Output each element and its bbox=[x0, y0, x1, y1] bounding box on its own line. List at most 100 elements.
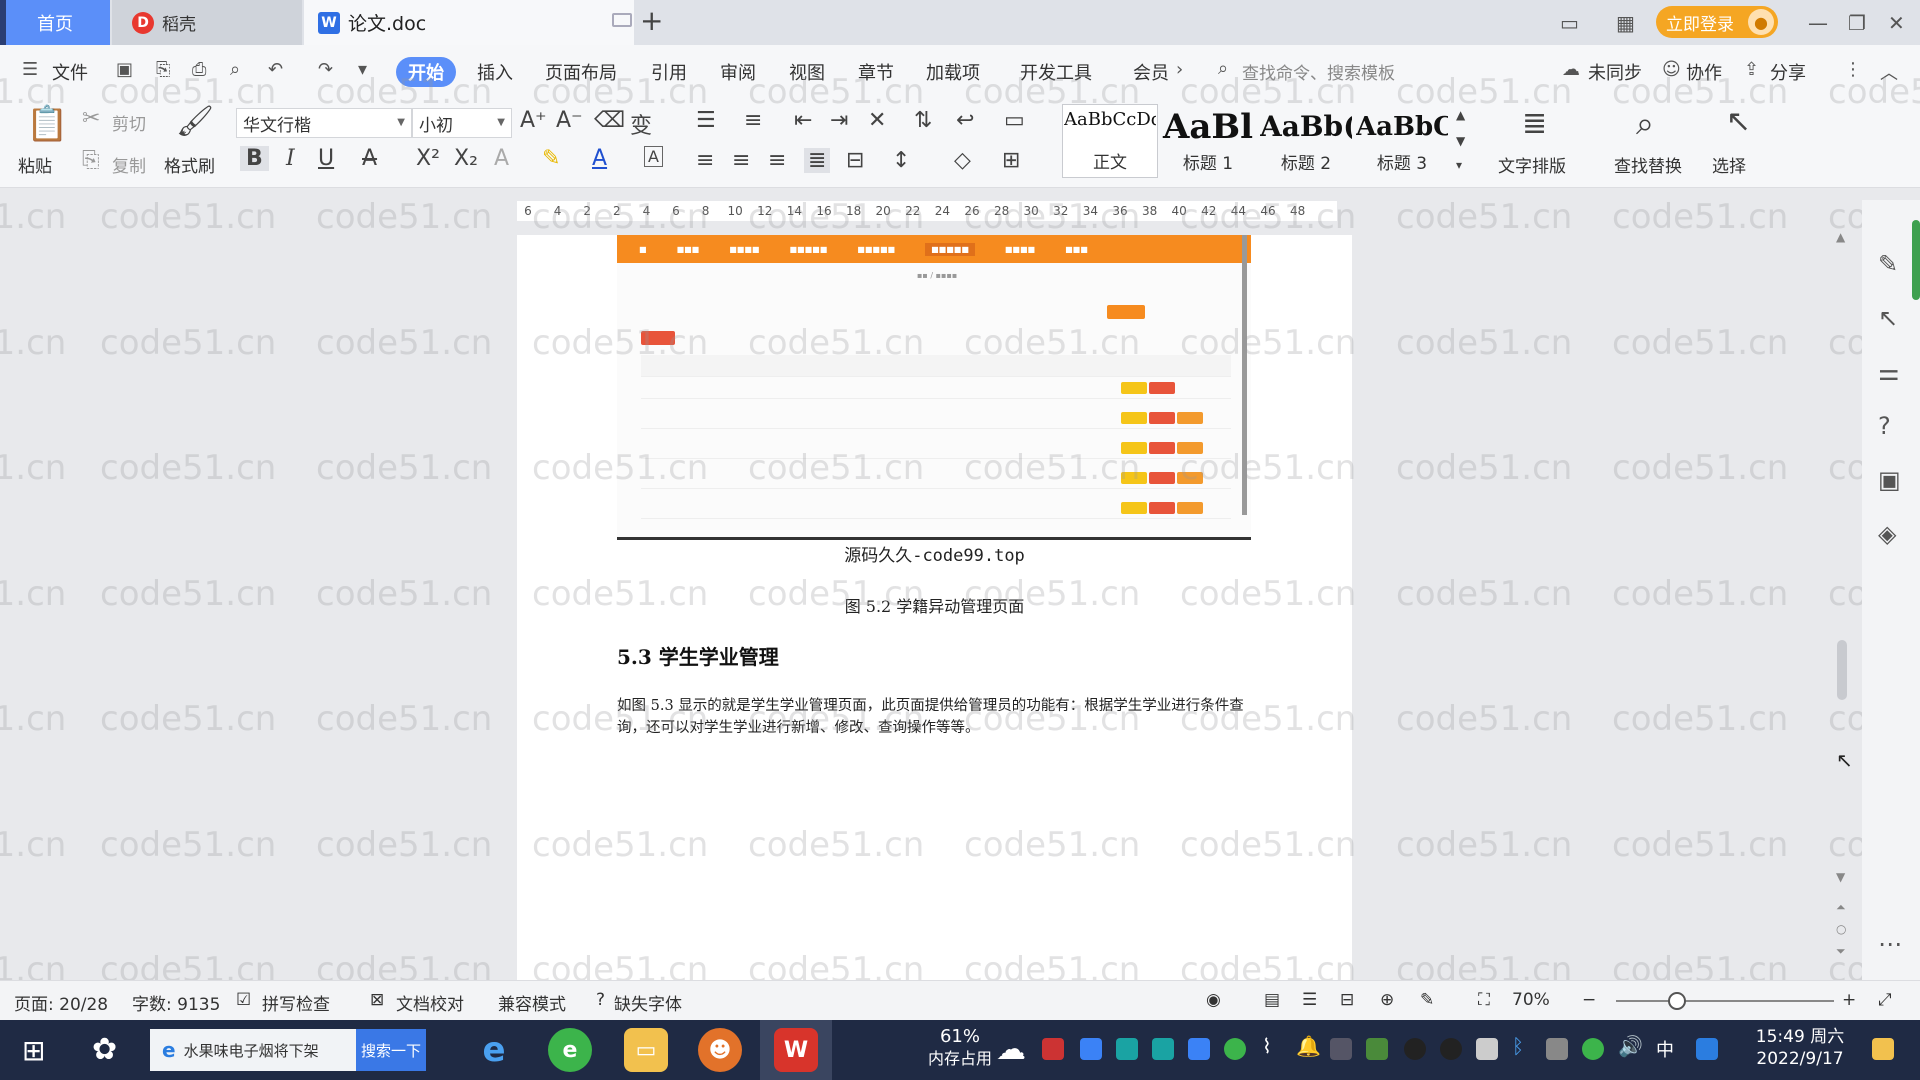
select-cursor-icon[interactable]: ↖ bbox=[1726, 104, 1751, 139]
select-button[interactable]: 选择 bbox=[1712, 152, 1746, 177]
print-icon[interactable]: ⎙ bbox=[192, 59, 206, 80]
menu-review[interactable]: 审阅 bbox=[720, 59, 756, 85]
style-heading-1[interactable]: AaBl 标题 1 bbox=[1160, 104, 1256, 178]
align-left-icon[interactable]: ≡ bbox=[696, 148, 714, 173]
shading-icon[interactable]: ◇ bbox=[954, 148, 971, 173]
menu-insert[interactable]: 插入 bbox=[477, 59, 513, 85]
collab-button[interactable]: 协作 bbox=[1686, 59, 1722, 85]
bold-button[interactable]: B bbox=[240, 146, 269, 171]
volume-icon[interactable]: 🔊 bbox=[1618, 1034, 1643, 1058]
show-marks-icon[interactable]: ↩ bbox=[956, 108, 974, 133]
wifi-icon[interactable]: ⌇ bbox=[1262, 1034, 1272, 1058]
tab-home[interactable]: 首页 bbox=[0, 0, 110, 45]
save-icon[interactable]: ▣ bbox=[116, 59, 133, 80]
checkbox-icon[interactable]: ☑ bbox=[236, 990, 251, 1010]
find-replace-button[interactable]: 查找替换 bbox=[1614, 152, 1682, 177]
chinese-layout-icon[interactable]: ✕ bbox=[868, 108, 886, 133]
tray-app-icon[interactable] bbox=[1042, 1038, 1064, 1060]
vertical-scrollbar[interactable]: ▲ ▼ ⏶ ○ ⏷ bbox=[1834, 230, 1850, 980]
tab-daoke[interactable]: D 稻壳 bbox=[112, 0, 302, 45]
italic-button[interactable]: I bbox=[286, 146, 295, 171]
layout-icon[interactable]: ▭ bbox=[1560, 0, 1579, 45]
grow-font-icon[interactable]: A⁺ bbox=[520, 108, 547, 133]
compass-icon[interactable]: ◈ bbox=[1878, 520, 1896, 548]
format-painter-icon[interactable]: 🖌 bbox=[176, 104, 214, 139]
styles-scroll-up-icon[interactable]: ▲ bbox=[1456, 108, 1465, 122]
tray-app-icon[interactable] bbox=[1582, 1038, 1604, 1060]
bullets-icon[interactable]: ☰ bbox=[696, 108, 716, 133]
subscript-button[interactable]: X₂ bbox=[454, 146, 478, 171]
horizontal-ruler[interactable]: 6 4 2 2 4 6 8 10 12 14 16 18 20 22 24 26 28 30 32 34 36 38 40 4… bbox=[0, 189, 1920, 235]
text-layout-button[interactable]: 文字排版 bbox=[1498, 152, 1566, 177]
menu-references[interactable]: 引用 bbox=[651, 59, 687, 85]
word-count[interactable]: 字数: 9135 bbox=[132, 990, 220, 1015]
scroll-thumb[interactable] bbox=[1837, 640, 1847, 700]
fullscreen-icon[interactable]: ⤢ bbox=[1878, 990, 1892, 1010]
bluetooth-icon[interactable]: ᛒ bbox=[1512, 1034, 1524, 1058]
phonetic-guide-icon[interactable]: 变 bbox=[630, 108, 652, 140]
format-painter-button[interactable]: 格式刷 bbox=[164, 152, 215, 177]
undo-icon[interactable]: ↶ bbox=[268, 59, 283, 80]
strikethrough-button[interactable]: A bbox=[362, 146, 377, 171]
window-preview-icon[interactable] bbox=[612, 13, 632, 27]
clear-format-icon[interactable]: ⌫ bbox=[594, 108, 625, 133]
new-tab-button[interactable]: + bbox=[640, 4, 663, 37]
cut-icon[interactable]: ✂ bbox=[82, 106, 100, 131]
more-dots-icon[interactable]: ⋯ bbox=[1878, 930, 1902, 958]
font-color-icon[interactable]: A bbox=[592, 146, 607, 171]
game-app-icon[interactable]: ☻ bbox=[698, 1028, 742, 1072]
style-normal[interactable]: AaBbCcDd 正文 bbox=[1062, 104, 1158, 178]
collapse-ribbon-icon[interactable]: ︿ bbox=[1880, 59, 1898, 85]
input-method-icon[interactable] bbox=[1696, 1038, 1718, 1060]
apps-grid-icon[interactable]: ▦ bbox=[1616, 0, 1635, 45]
tray-app-icon[interactable] bbox=[1330, 1038, 1352, 1060]
360-browser-icon[interactable]: e bbox=[548, 1028, 592, 1072]
menu-member[interactable]: 会员 bbox=[1133, 59, 1169, 85]
menu-view[interactable]: 视图 bbox=[789, 59, 825, 85]
hamburger-icon[interactable]: ☰ bbox=[22, 59, 38, 80]
redo-icon[interactable]: ↷ bbox=[318, 59, 333, 80]
settings-sliders-icon[interactable]: ⚌ bbox=[1878, 358, 1900, 386]
restore-icon[interactable]: ❐ bbox=[1848, 0, 1866, 45]
shield-icon[interactable] bbox=[1188, 1038, 1210, 1060]
fit-page-icon[interactable]: ⛶ bbox=[1478, 990, 1490, 1010]
image-tools-icon[interactable]: ▣ bbox=[1878, 466, 1901, 494]
document-page[interactable]: ■ ■■■ ■■■■ ■■■■■ ■■■■■ ■■■■■ ■■■■ ■■■ ▪▪ / ▪▪▪▪ bbox=[517, 235, 1352, 980]
wps-taskbar-active[interactable]: W bbox=[760, 1020, 832, 1080]
justify-icon[interactable]: ≣ bbox=[804, 148, 831, 173]
print-preview-icon[interactable]: ⌕ bbox=[230, 59, 240, 80]
style-heading-2[interactable]: AaBb( 标题 2 bbox=[1258, 104, 1354, 178]
taskbar-search-box[interactable]: e 水果味电子烟将下架 bbox=[150, 1029, 356, 1071]
tray-app-icon[interactable] bbox=[1152, 1038, 1174, 1060]
weather-icon[interactable]: ☁ bbox=[996, 1032, 1026, 1067]
qq-icon[interactable] bbox=[1440, 1038, 1462, 1060]
scroll-up-icon[interactable]: ▲ bbox=[1836, 230, 1845, 244]
page-indicator[interactable]: 页面: 20/28 bbox=[14, 990, 108, 1015]
menu-file[interactable]: 文件 bbox=[52, 59, 88, 85]
close-icon[interactable]: ✕ bbox=[1888, 0, 1905, 45]
increase-indent-icon[interactable]: ⇥ bbox=[830, 108, 848, 133]
ie-browser-icon[interactable]: e bbox=[472, 1028, 516, 1072]
help-icon[interactable]: ? bbox=[1878, 412, 1891, 440]
qq-icon[interactable] bbox=[1404, 1038, 1426, 1060]
zoom-slider-knob[interactable] bbox=[1668, 992, 1687, 1010]
paste-button[interactable]: 粘贴 bbox=[18, 152, 52, 177]
sync-status[interactable]: 未同步 bbox=[1588, 59, 1642, 85]
sort-icon[interactable]: ⇅ bbox=[914, 108, 932, 133]
next-page-icon[interactable]: ⏷ bbox=[1836, 944, 1846, 959]
system-clock[interactable]: 15:49 周六 2022/9/17 bbox=[1740, 1026, 1860, 1070]
input-method-indicator[interactable]: 中 bbox=[1656, 1036, 1674, 1062]
line-spacing-icon[interactable]: ↕ bbox=[892, 148, 910, 173]
underline-button[interactable]: U bbox=[318, 146, 334, 171]
windows-start-icon[interactable]: ⊞ bbox=[22, 1034, 45, 1067]
tray-app-icon[interactable] bbox=[1116, 1038, 1138, 1060]
copy-button[interactable]: 复制 bbox=[112, 152, 146, 177]
distributed-icon[interactable]: ⊟ bbox=[846, 148, 864, 173]
zoom-slider-track[interactable] bbox=[1616, 1000, 1834, 1002]
styles-more-icon[interactable]: ▾ bbox=[1456, 158, 1462, 172]
command-search-input[interactable]: 查找命令、搜索模板 bbox=[1242, 59, 1395, 84]
missing-font-button[interactable]: 缺失字体 bbox=[614, 990, 682, 1015]
export-pdf-icon[interactable]: ⎘ bbox=[156, 59, 170, 80]
menu-developer[interactable]: 开发工具 bbox=[1020, 59, 1092, 85]
outline-view-icon[interactable]: ☰ bbox=[1302, 990, 1317, 1010]
